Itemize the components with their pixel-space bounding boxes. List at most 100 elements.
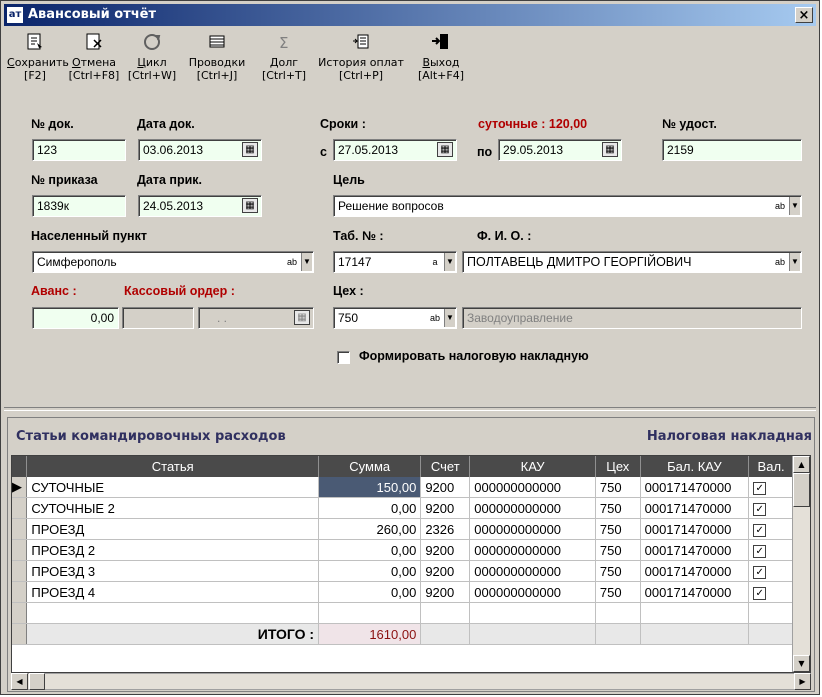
bal-kau-cell[interactable]: 000171470000 — [640, 581, 750, 603]
hscroll-thumb[interactable] — [29, 673, 45, 690]
article-cell[interactable]: ПРОЕЗД — [26, 518, 320, 540]
currency-cell[interactable]: ✓ — [748, 560, 794, 582]
cash-order-date-field[interactable]: . . ▦ — [198, 307, 314, 329]
column-header[interactable]: Статья — [26, 456, 320, 477]
cash-order-no-field[interactable] — [122, 307, 194, 329]
sum-cell[interactable]: 0,00 — [318, 497, 422, 519]
account-cell[interactable]: 9200 — [420, 497, 471, 519]
calendar-icon[interactable]: ▦ — [242, 198, 258, 213]
kau-cell[interactable]: 000000000000 — [469, 477, 596, 498]
doc-no-field[interactable]: 123 — [32, 139, 126, 161]
from-date-field[interactable]: 27.05.2013 ▦ — [333, 139, 457, 161]
article-cell[interactable]: ПРОЕЗД 3 — [26, 560, 320, 582]
table-row[interactable]: ▶ СУТОЧНЫЕ 150,00 9200 000000000000 750 … — [12, 477, 794, 498]
column-header[interactable]: Цех — [595, 456, 641, 477]
column-header[interactable]: КАУ — [469, 456, 596, 477]
table-row[interactable]: СУТОЧНЫЕ 2 0,00 9200 000000000000 750 00… — [12, 497, 794, 519]
calendar-icon[interactable]: ▦ — [242, 142, 258, 157]
column-header[interactable]: Бал. КАУ — [640, 456, 750, 477]
shop-cell[interactable]: 750 — [595, 518, 641, 540]
tax-invoice-label[interactable]: Формировать налоговую накладную — [359, 349, 589, 363]
article-cell[interactable]: ПРОЕЗД 4 — [26, 581, 320, 603]
tax-invoice-checkbox[interactable] — [337, 351, 350, 364]
exit-button[interactable]: Выход [Alt+F4] — [413, 31, 469, 109]
purpose-select[interactable]: Решение вопросов ab ▼ — [333, 195, 802, 217]
currency-cell[interactable]: ✓ — [748, 539, 794, 561]
scroll-up-icon[interactable]: ▲ — [793, 456, 810, 473]
kau-cell[interactable]: 000000000000 — [469, 518, 596, 540]
bal-kau-cell[interactable]: 000171470000 — [640, 497, 750, 519]
calendar-icon[interactable]: ▦ — [294, 310, 310, 325]
account-cell[interactable]: 2326 — [420, 518, 471, 540]
currency-checkbox[interactable]: ✓ — [753, 587, 767, 600]
sum-cell[interactable]: 0,00 — [318, 581, 422, 603]
scroll-down-icon[interactable]: ▼ — [793, 655, 810, 672]
sum-cell[interactable]: 150,00 — [318, 477, 422, 498]
account-cell[interactable]: 9200 — [420, 477, 471, 498]
shop-cell[interactable]: 750 — [595, 497, 641, 519]
calendar-icon[interactable]: ▦ — [437, 142, 453, 157]
currency-cell[interactable]: ✓ — [748, 581, 794, 603]
cert-no-field[interactable]: 2159 — [662, 139, 802, 161]
tax-invoice-tab[interactable]: Налоговая накладная — [647, 429, 812, 444]
postings-button[interactable]: Проводки [Ctrl+J] — [183, 31, 251, 109]
table-row[interactable]: ПРОЕЗД 3 0,00 9200 000000000000 750 0001… — [12, 560, 794, 582]
fio-select[interactable]: ПОЛТАВЕЦЬ ДМИТРО ГЕОРГІЙОВИЧ ab ▼ — [462, 251, 802, 273]
currency-cell[interactable]: ✓ — [748, 497, 794, 519]
bal-kau-cell[interactable]: 000171470000 — [640, 560, 750, 582]
shop-cell[interactable]: 750 — [595, 477, 641, 498]
account-cell[interactable]: 9200 — [420, 539, 471, 561]
lookup-dropdown[interactable]: ab ▼ — [425, 309, 455, 327]
sum-cell[interactable]: 0,00 — [318, 560, 422, 582]
table-row[interactable]: ПРОЕЗД 2 0,00 9200 000000000000 750 0001… — [12, 539, 794, 561]
tab-no-select[interactable]: 17147 a ▼ — [333, 251, 457, 273]
kau-cell[interactable]: 000000000000 — [469, 581, 596, 603]
article-cell[interactable]: СУТОЧНЫЕ 2 — [26, 497, 320, 519]
lookup-dropdown[interactable]: ab ▼ — [770, 197, 800, 215]
currency-checkbox[interactable]: ✓ — [753, 566, 767, 579]
to-date-field[interactable]: 29.05.2013 ▦ — [498, 139, 622, 161]
currency-checkbox[interactable]: ✓ — [753, 545, 767, 558]
cancel-button[interactable]: Отмена [Ctrl+F8] — [65, 31, 123, 109]
currency-checkbox[interactable]: ✓ — [753, 524, 767, 537]
kau-cell[interactable]: 000000000000 — [469, 560, 596, 582]
order-no-field[interactable]: 1839к — [32, 195, 126, 217]
bal-kau-cell[interactable]: 000171470000 — [640, 477, 750, 498]
scroll-thumb[interactable] — [793, 473, 810, 507]
scroll-right-icon[interactable]: ▶ — [794, 673, 811, 690]
sum-cell[interactable]: 0,00 — [318, 539, 422, 561]
city-select[interactable]: Симферополь ab ▼ — [32, 251, 314, 273]
article-cell[interactable]: ПРОЕЗД 2 — [26, 539, 320, 561]
sum-cell[interactable]: 260,00 — [318, 518, 422, 540]
lookup-dropdown[interactable]: ab ▼ — [770, 253, 800, 271]
shop-cell[interactable]: 750 — [595, 560, 641, 582]
kau-cell[interactable]: 000000000000 — [469, 539, 596, 561]
payment-history-button[interactable]: История оплат [Ctrl+P] — [313, 31, 409, 109]
doc-date-field[interactable]: 03.06.2013 ▦ — [138, 139, 262, 161]
table-row[interactable]: ПРОЕЗД 4 0,00 9200 000000000000 750 0001… — [12, 581, 794, 603]
bal-kau-cell[interactable]: 000171470000 — [640, 518, 750, 540]
close-button[interactable]: × — [795, 7, 813, 23]
horizontal-scrollbar[interactable]: ◀ ▶ — [11, 673, 811, 690]
currency-cell[interactable]: ✓ — [748, 477, 794, 498]
shop-cell[interactable]: 750 — [595, 539, 641, 561]
column-header[interactable]: Счет — [420, 456, 471, 477]
advance-field[interactable]: 0,00 — [32, 307, 119, 329]
shop-cell[interactable]: 750 — [595, 581, 641, 603]
vertical-scrollbar[interactable]: ▲ ▼ — [792, 456, 810, 672]
account-cell[interactable]: 9200 — [420, 581, 471, 603]
currency-cell[interactable]: ✓ — [748, 518, 794, 540]
lookup-dropdown[interactable]: ab ▼ — [282, 253, 312, 271]
table-row[interactable]: ПРОЕЗД 260,00 2326 000000000000 750 0001… — [12, 518, 794, 540]
kau-cell[interactable]: 000000000000 — [469, 497, 596, 519]
cycle-button[interactable]: Цикл [Ctrl+W] — [127, 31, 177, 109]
scroll-left-icon[interactable]: ◀ — [11, 673, 28, 690]
order-date-field[interactable]: 24.05.2013 ▦ — [138, 195, 262, 217]
bal-kau-cell[interactable]: 000171470000 — [640, 539, 750, 561]
calendar-icon[interactable]: ▦ — [602, 142, 618, 157]
account-cell[interactable]: 9200 — [420, 560, 471, 582]
save-button[interactable]: Сохранить [F2] — [7, 31, 69, 109]
column-header[interactable]: Сумма — [318, 456, 422, 477]
debt-button[interactable]: Σ Долг [Ctrl+T] — [259, 31, 309, 109]
column-header[interactable]: Вал. — [748, 456, 794, 477]
